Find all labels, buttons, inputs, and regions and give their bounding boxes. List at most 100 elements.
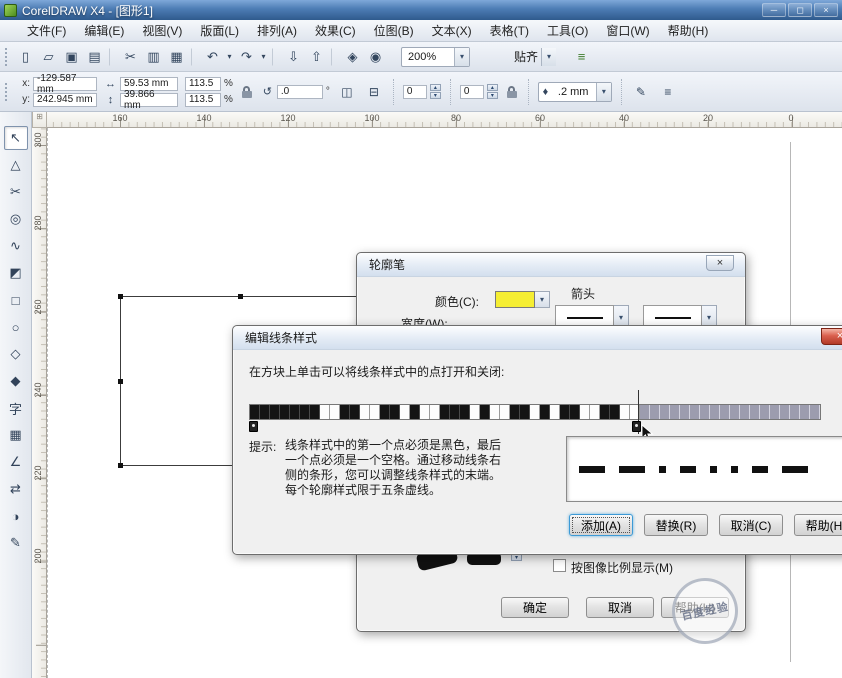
rotation-angle-input[interactable]: .0 xyxy=(277,85,323,99)
close-button[interactable] xyxy=(814,3,838,17)
pattern-cell[interactable] xyxy=(560,405,570,419)
crop-tool[interactable]: ✂ xyxy=(4,180,28,204)
pattern-cell[interactable] xyxy=(640,405,650,419)
menu-item[interactable]: 文本(X) xyxy=(423,19,481,42)
spin-down-icon[interactable] xyxy=(511,554,522,561)
pattern-cell[interactable] xyxy=(760,405,770,419)
alignment-icon[interactable] xyxy=(658,83,678,101)
pattern-cell[interactable] xyxy=(750,405,760,419)
toolbar-grip[interactable] xyxy=(5,83,10,101)
connector-tool[interactable]: ⇄ xyxy=(4,477,28,501)
pattern-start-handle[interactable] xyxy=(249,421,258,432)
selection-handle[interactable] xyxy=(238,294,243,299)
pattern-cell[interactable] xyxy=(540,405,550,419)
pattern-cell[interactable] xyxy=(740,405,750,419)
ellipse-tool[interactable]: ○ xyxy=(4,315,28,339)
import-icon[interactable]: ⇩ xyxy=(282,46,305,68)
pattern-cell[interactable] xyxy=(770,405,780,419)
pattern-cell[interactable] xyxy=(480,405,490,419)
basic-shapes-tool[interactable]: ◆ xyxy=(4,369,28,393)
chevron-down-icon[interactable]: ▾ xyxy=(596,83,611,101)
spin-down-icon[interactable] xyxy=(430,92,441,99)
pattern-cell[interactable] xyxy=(340,405,350,419)
pattern-cell[interactable] xyxy=(590,405,600,419)
horizontal-ruler[interactable]: 160140120100806040200 xyxy=(47,112,842,128)
color-picker-dropdown[interactable]: ▾ xyxy=(495,291,550,308)
pattern-cell[interactable] xyxy=(720,405,730,419)
x-position-input[interactable]: -129.587 mm xyxy=(33,77,97,91)
eyedropper-tool[interactable]: ✎ xyxy=(4,531,28,555)
undo-icon[interactable]: ↶ xyxy=(201,46,224,68)
pattern-cell[interactable] xyxy=(690,405,700,419)
menu-item[interactable]: 效果(C) xyxy=(306,19,365,42)
add-button[interactable]: 添加(A) xyxy=(569,514,633,536)
menu-item[interactable]: 帮助(H) xyxy=(659,19,718,42)
pattern-cell[interactable] xyxy=(600,405,610,419)
pattern-cell[interactable] xyxy=(430,405,440,419)
table-tool[interactable]: ▦ xyxy=(4,423,28,447)
scale-x-input[interactable]: 113.5 xyxy=(185,77,221,91)
pattern-cell[interactable] xyxy=(390,405,400,419)
pattern-cell[interactable] xyxy=(550,405,560,419)
outline-width-select[interactable]: .2 mm ▾ xyxy=(538,82,612,102)
print-icon[interactable]: ▤ xyxy=(83,46,106,68)
chevron-down-icon[interactable]: ▾ xyxy=(535,291,550,308)
pattern-cell[interactable] xyxy=(790,405,800,419)
spinner-value-1[interactable]: 0 xyxy=(403,85,427,99)
pick-tool[interactable]: ↖ xyxy=(4,126,28,150)
options-icon[interactable] xyxy=(570,46,593,68)
lock-corners-icon[interactable] xyxy=(505,77,519,107)
selection-handle[interactable] xyxy=(118,294,123,299)
pattern-cell[interactable] xyxy=(650,405,660,419)
spin-up-icon[interactable] xyxy=(430,84,441,91)
export-icon[interactable]: ⇧ xyxy=(305,46,328,68)
pattern-cell[interactable] xyxy=(380,405,390,419)
save-icon[interactable]: ▣ xyxy=(60,46,83,68)
dimension-tool[interactable]: ∠ xyxy=(4,450,28,474)
open-icon[interactable]: ▱ xyxy=(37,46,60,68)
selection-handle[interactable] xyxy=(118,379,123,384)
pattern-cell[interactable] xyxy=(660,405,670,419)
pattern-cell[interactable] xyxy=(670,405,680,419)
redo-dropdown-icon[interactable]: ▾ xyxy=(258,46,269,68)
line-pattern-editor[interactable] xyxy=(249,404,821,420)
pattern-cell[interactable] xyxy=(290,405,300,419)
pattern-cell[interactable] xyxy=(360,405,370,419)
pattern-cell[interactable] xyxy=(570,405,580,419)
pattern-cell[interactable] xyxy=(270,405,280,419)
dialog-title-bar[interactable]: 轮廓笔 xyxy=(357,253,745,277)
cut-icon[interactable]: ✂ xyxy=(119,46,142,68)
pattern-cell[interactable] xyxy=(700,405,710,419)
text-format-icon[interactable]: ✎ xyxy=(631,83,651,101)
title-bar[interactable]: CorelDRAW X4 - [图形1] xyxy=(0,0,842,20)
pattern-cell[interactable] xyxy=(580,405,590,419)
rectangle-tool[interactable]: □ xyxy=(4,288,28,312)
pattern-cell[interactable] xyxy=(370,405,380,419)
ok-button[interactable]: 确定 xyxy=(501,597,569,618)
paste-icon[interactable]: ▦ xyxy=(165,46,188,68)
pattern-cell[interactable] xyxy=(620,405,630,419)
dialog-title-bar[interactable]: 编辑线条样式 xyxy=(233,326,842,350)
pattern-cell[interactable] xyxy=(330,405,340,419)
zoom-level-select[interactable]: 200% ▾ xyxy=(401,47,470,67)
pattern-cell[interactable] xyxy=(260,405,270,419)
minimize-button[interactable] xyxy=(762,3,786,17)
menu-item[interactable]: 位图(B) xyxy=(365,19,423,42)
menu-item[interactable]: 工具(O) xyxy=(538,19,597,42)
y-position-input[interactable]: 242.945 mm xyxy=(33,93,97,107)
pattern-cell[interactable] xyxy=(450,405,460,419)
pattern-cell[interactable] xyxy=(410,405,420,419)
object-height-input[interactable]: 39.866 mm xyxy=(120,93,178,107)
pattern-cell[interactable] xyxy=(730,405,740,419)
ruler-origin[interactable]: ⊞ xyxy=(32,112,47,128)
vertical-ruler[interactable]: 300280260240220200 xyxy=(32,128,47,678)
pattern-cell[interactable] xyxy=(300,405,310,419)
new-document-icon[interactable]: ▯ xyxy=(14,46,37,68)
cancel-button[interactable]: 取消(C) xyxy=(719,514,783,536)
scale-with-image-checkbox[interactable] xyxy=(553,559,566,572)
help-button[interactable]: 帮助(H) xyxy=(794,514,842,536)
pattern-cell[interactable] xyxy=(530,405,540,419)
application-launcher-icon[interactable]: ◈ xyxy=(341,46,364,68)
spin-up-icon[interactable] xyxy=(487,84,498,91)
cancel-button[interactable]: 取消 xyxy=(586,597,654,618)
